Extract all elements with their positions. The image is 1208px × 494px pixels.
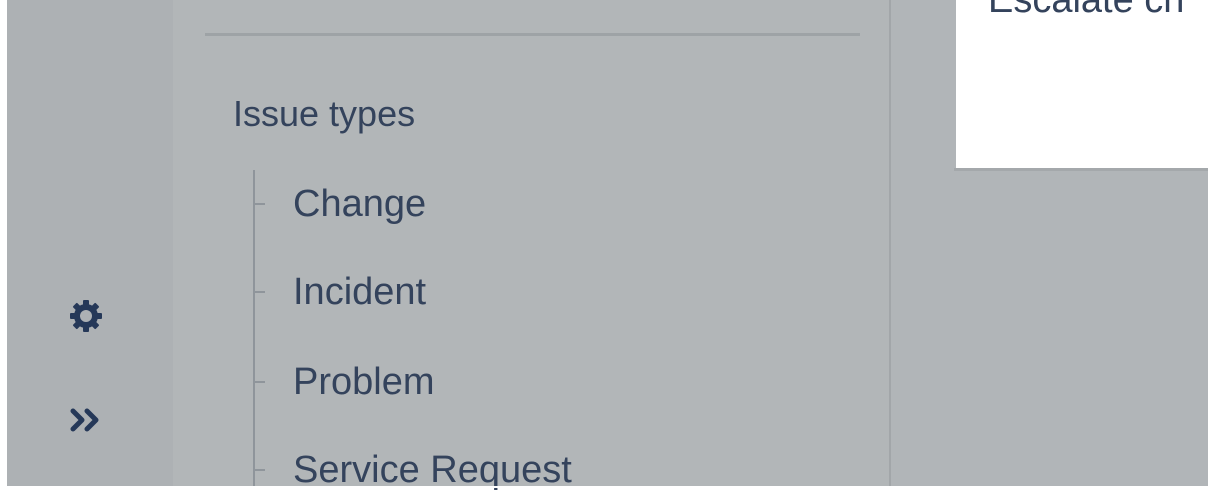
issue-type-item-problem[interactable]: Problem <box>255 358 755 406</box>
gear-icon <box>70 300 102 332</box>
expand-sidebar-button[interactable] <box>66 400 106 440</box>
issue-types-heading[interactable]: Issue types <box>233 92 415 136</box>
settings-button[interactable] <box>62 292 110 340</box>
card-shadow <box>954 168 1208 171</box>
content-card: Escalate ch <box>956 0 1208 168</box>
tree-tick <box>255 381 265 383</box>
section-divider <box>205 33 860 36</box>
issue-type-label: Incident <box>293 271 427 313</box>
project-settings-panel <box>173 0 889 486</box>
issue-type-label: Problem <box>293 361 435 403</box>
app-frame: Issue types Change Incident Problem Serv… <box>0 0 1208 491</box>
tree-tick <box>255 291 265 293</box>
double-chevron-right-icon <box>70 408 99 432</box>
card-title: Escalate ch <box>988 0 1185 21</box>
tree-tick <box>255 469 265 471</box>
issue-type-item-change[interactable]: Change <box>255 180 755 228</box>
issue-type-item-incident[interactable]: Incident <box>255 268 755 316</box>
issue-type-label: Change <box>293 183 427 225</box>
tree-tick <box>255 203 265 205</box>
